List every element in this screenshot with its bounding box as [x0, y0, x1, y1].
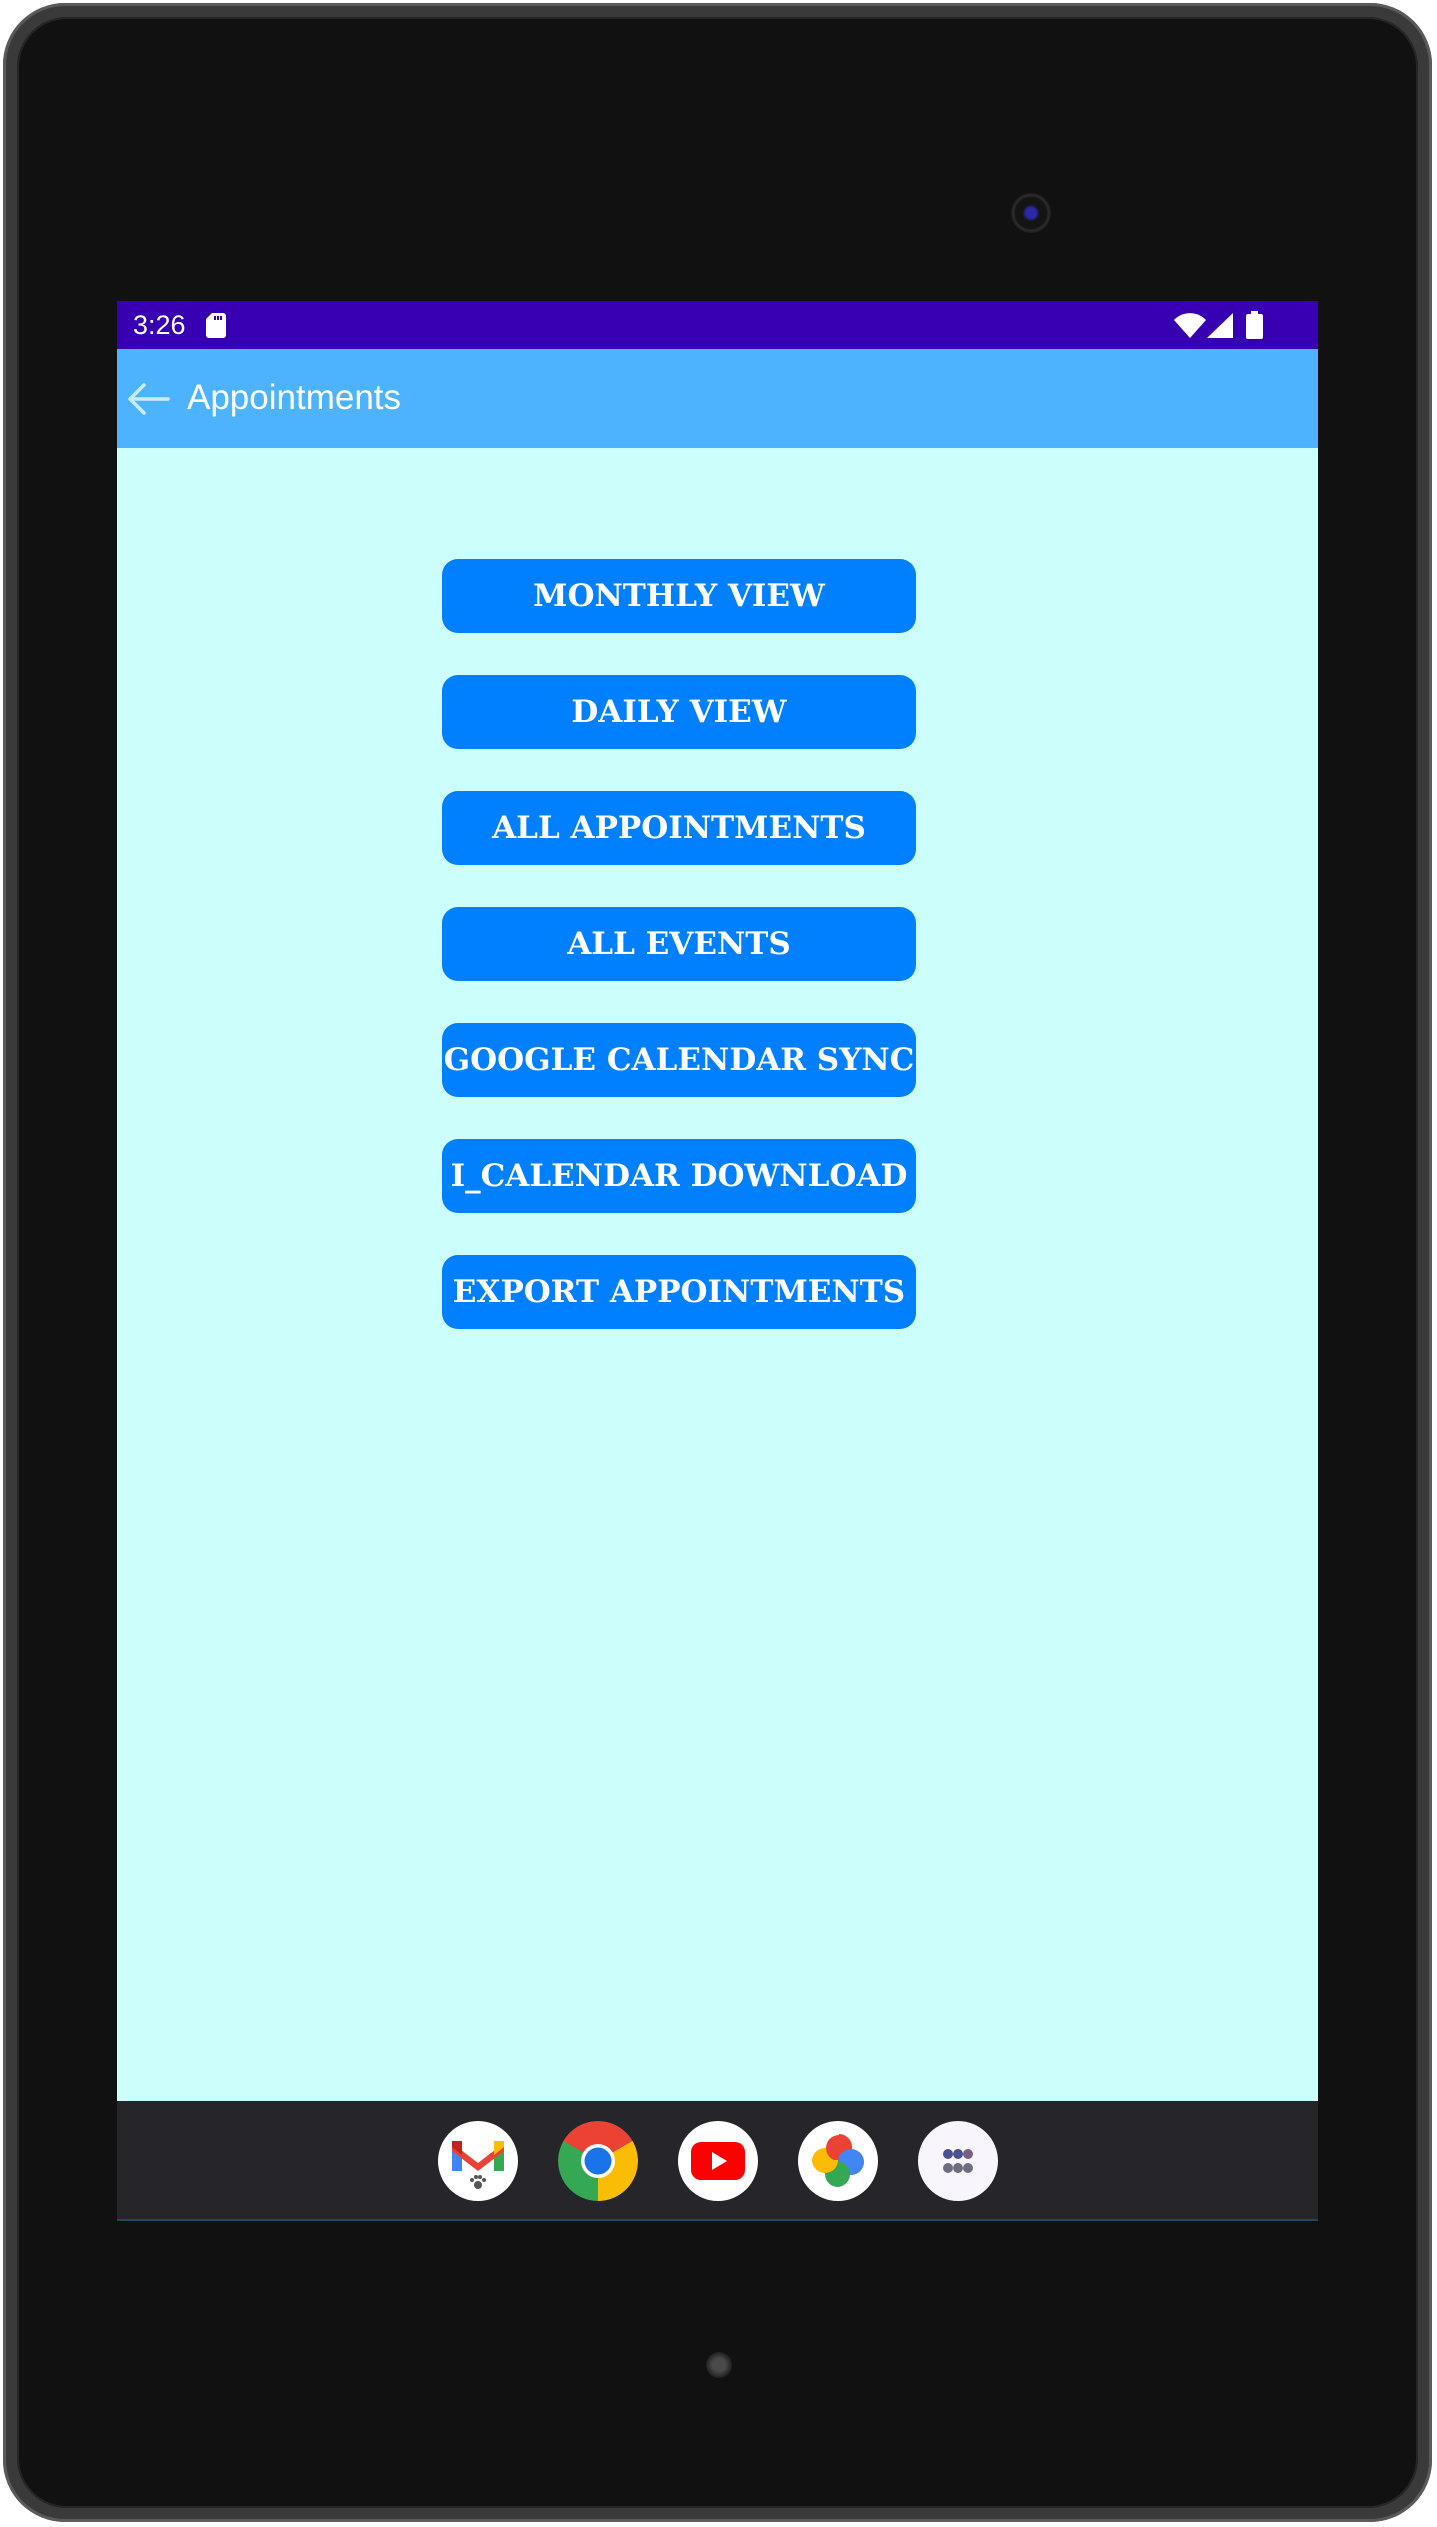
dock-app-drawer[interactable] [918, 2121, 998, 2201]
all-appointments-button[interactable]: ALL APPOINTMENTS [442, 791, 916, 865]
front-camera [1011, 193, 1051, 233]
status-time: 3:26 [133, 310, 186, 340]
app-dock [117, 2101, 1318, 2221]
app-drawer-icon [943, 2149, 973, 2173]
icalendar-download-button[interactable]: I_CALENDAR DOWNLOAD [442, 1139, 916, 1213]
sd-card-icon [206, 313, 226, 338]
wifi-icon [1174, 313, 1206, 338]
screen: 3:26 Appointments MONTHLY VIEW DAILY VIE… [117, 301, 1318, 2221]
dock-app-chrome[interactable] [558, 2121, 638, 2201]
all-events-button[interactable]: ALL EVENTS [442, 907, 916, 981]
signal-icon [1207, 313, 1233, 338]
monthly-view-button[interactable]: MONTHLY VIEW [442, 559, 916, 633]
google-calendar-sync-button[interactable]: GOOGLE CALENDAR SYNC [442, 1023, 916, 1097]
chrome-icon [558, 2121, 638, 2201]
export-appointments-button[interactable]: EXPORT APPOINTMENTS [442, 1255, 916, 1329]
bottom-sensor [706, 2352, 732, 2378]
arrow-left-icon[interactable] [126, 382, 170, 416]
status-bar: 3:26 [117, 301, 1318, 349]
menu-content: MONTHLY VIEW DAILY VIEW ALL APPOINTMENTS… [117, 448, 1318, 2101]
photos-icon [812, 2134, 864, 2187]
page-title: Appointments [187, 378, 402, 417]
youtube-icon [691, 2142, 745, 2180]
daily-view-button[interactable]: DAILY VIEW [442, 675, 916, 749]
gmail-icon [452, 2141, 504, 2189]
dock-app-photos[interactable] [798, 2121, 878, 2201]
app-bar: Appointments [117, 349, 1318, 448]
dock-app-gmail[interactable] [438, 2121, 518, 2201]
battery-icon [1246, 311, 1263, 339]
dock-app-youtube[interactable] [678, 2121, 758, 2201]
